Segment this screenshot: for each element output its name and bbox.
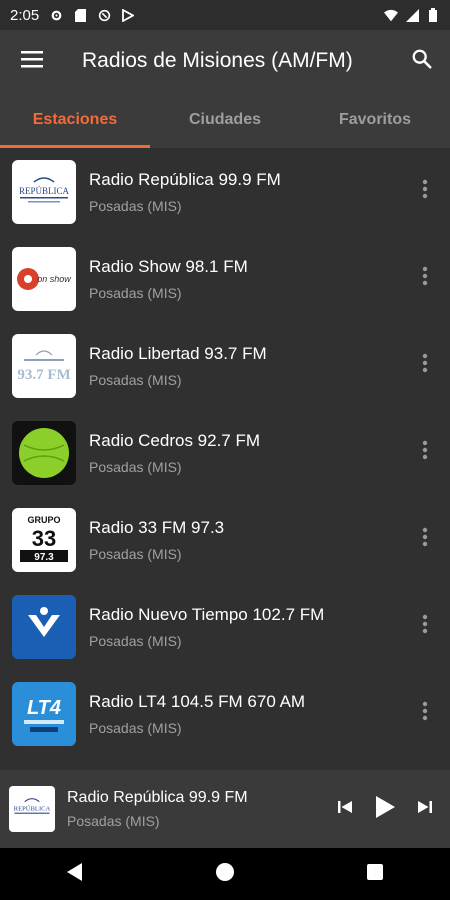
nav-back-button[interactable]: [45, 848, 105, 900]
settings-icon: [49, 8, 63, 22]
system-nav-bar: [0, 848, 450, 900]
station-logo-text: REPÚBLICA: [19, 186, 70, 196]
station-logo-text: on show: [37, 274, 71, 284]
station-logo: LT4: [12, 681, 76, 746]
station-logo: REPÚBLICA: [12, 159, 76, 224]
tab-favoritos[interactable]: Favoritos: [300, 92, 450, 148]
now-playing-title: Radio República 99.9 FM: [67, 789, 248, 806]
previous-button[interactable]: [330, 789, 360, 829]
station-logo: GRUPO 33 97.3: [12, 507, 76, 572]
station-city: Posadas (MIS): [89, 371, 182, 388]
search-button[interactable]: [394, 30, 450, 92]
play-button[interactable]: [370, 789, 400, 829]
menu-icon: [21, 50, 43, 73]
station-logo-text: 93.7 FM: [17, 367, 70, 383]
now-playing-subtitle: Posadas (MIS): [67, 813, 160, 829]
vpn-icon: [97, 8, 111, 22]
more-vert-icon: [422, 440, 428, 465]
play-icon: [374, 795, 396, 824]
search-icon: [411, 48, 433, 75]
station-logo: 93.7 FM: [12, 333, 76, 398]
station-name: Radio República 99.9 FM: [89, 169, 281, 189]
tab-bar: Estaciones Ciudades Favoritos: [0, 92, 450, 148]
more-options-button[interactable]: [400, 510, 450, 570]
nav-recents-button[interactable]: [345, 848, 405, 900]
station-name: Radio Nuevo Tiempo 102.7 FM: [89, 604, 325, 624]
play-store-icon: [121, 8, 135, 22]
more-vert-icon: [422, 266, 428, 291]
station-name: Radio Cedros 92.7 FM: [89, 430, 261, 450]
more-options-button[interactable]: [400, 684, 450, 744]
more-options-button[interactable]: [400, 423, 450, 483]
station-item[interactable]: REPÚBLICA Radio República 99.9 FM Posada…: [0, 148, 450, 235]
app-title: Radios de Misiones (AM/FM): [82, 49, 353, 72]
skip-next-icon: [417, 799, 433, 820]
more-vert-icon: [422, 179, 428, 204]
station-logo: [12, 594, 76, 659]
station-city: Posadas (MIS): [89, 284, 182, 301]
station-item[interactable]: Radio Nuevo Tiempo 102.7 FM Posadas (MIS…: [0, 583, 450, 670]
station-item[interactable]: Radio Cedros 92.7 FM Posadas (MIS): [0, 409, 450, 496]
status-bar: 2:05: [0, 0, 450, 30]
signal-icon: [405, 8, 419, 22]
more-options-button[interactable]: [400, 336, 450, 396]
more-vert-icon: [422, 527, 428, 552]
station-item[interactable]: on show Radio Show 98.1 FM Posadas (MIS): [0, 235, 450, 322]
skip-previous-icon: [337, 799, 353, 820]
station-name: Radio 33 FM 97.3: [89, 517, 225, 537]
svg-text:GRUPO: GRUPO: [27, 515, 60, 525]
menu-button[interactable]: [0, 30, 64, 92]
station-city: Posadas (MIS): [89, 632, 182, 649]
battery-icon: [426, 8, 440, 22]
svg-text:97.3: 97.3: [34, 552, 54, 563]
tab-ciudades[interactable]: Ciudades: [150, 92, 300, 148]
more-options-button[interactable]: [400, 162, 450, 222]
more-options-button[interactable]: [400, 249, 450, 309]
home-circle-icon: [215, 862, 235, 887]
back-triangle-icon: [66, 862, 84, 887]
now-playing-bar[interactable]: REPÚBLICA Radio República 99.9 FM Posada…: [0, 770, 450, 848]
now-playing-logo: REPÚBLICA: [9, 786, 55, 832]
more-vert-icon: [422, 614, 428, 639]
status-time: 2:05: [10, 6, 40, 24]
nav-home-button[interactable]: [195, 848, 255, 900]
more-vert-icon: [422, 701, 428, 726]
app-bar: Radios de Misiones (AM/FM): [0, 30, 450, 92]
recents-square-icon: [366, 863, 384, 886]
station-city: Posadas (MIS): [89, 197, 182, 214]
station-city: Posadas (MIS): [89, 545, 182, 562]
now-playing-logo-text: REPÚBLICA: [14, 804, 51, 812]
svg-text:33: 33: [32, 526, 56, 551]
station-logo-text: LT4: [27, 697, 61, 719]
sd-card-icon: [73, 8, 87, 22]
next-button[interactable]: [410, 789, 440, 829]
more-options-button[interactable]: [400, 597, 450, 657]
station-logo: on show: [12, 246, 76, 311]
tab-estaciones[interactable]: Estaciones: [0, 92, 150, 148]
wifi-icon: [384, 8, 398, 22]
station-list: REPÚBLICA Radio República 99.9 FM Posada…: [0, 148, 450, 770]
station-name: Radio LT4 104.5 FM 670 AM: [89, 691, 306, 711]
station-logo: [12, 420, 76, 485]
station-city: Posadas (MIS): [89, 458, 182, 475]
station-name: Radio Libertad 93.7 FM: [89, 343, 267, 363]
station-city: Posadas (MIS): [89, 719, 182, 736]
station-item[interactable]: LT4 Radio LT4 104.5 FM 670 AM Posadas (M…: [0, 670, 450, 757]
station-item[interactable]: GRUPO 33 97.3 Radio 33 FM 97.3 Posadas (…: [0, 496, 450, 583]
station-name: Radio Show 98.1 FM: [89, 256, 248, 276]
station-item[interactable]: 93.7 FM Radio Libertad 93.7 FM Posadas (…: [0, 322, 450, 409]
more-vert-icon: [422, 353, 428, 378]
